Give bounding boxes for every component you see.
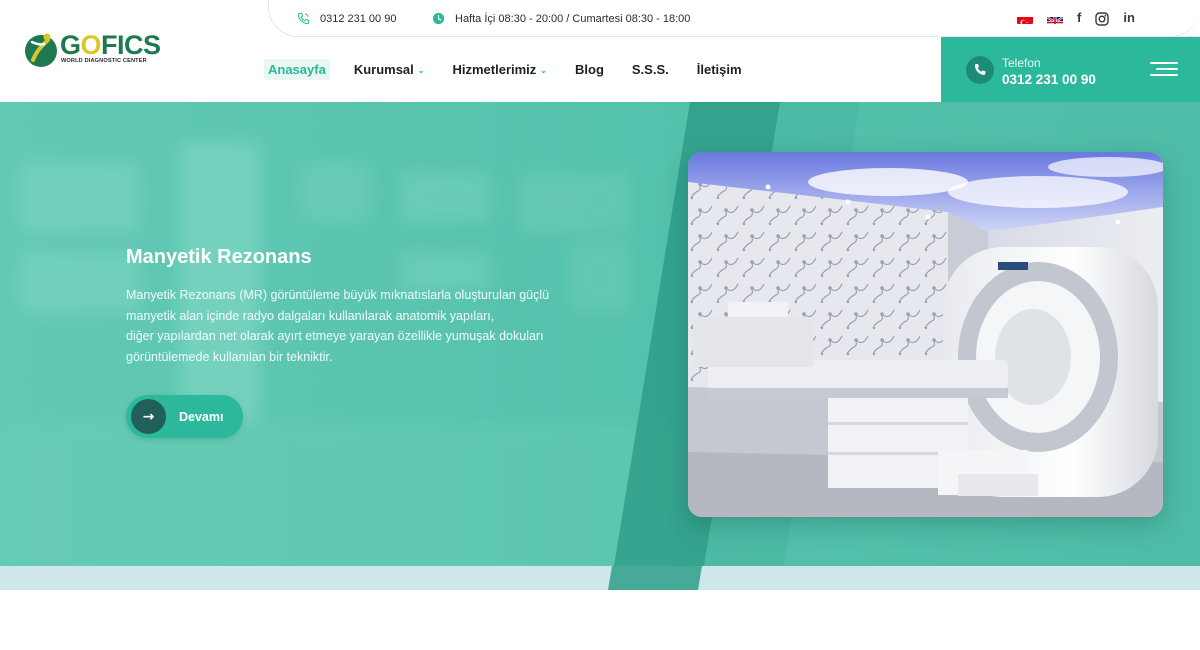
site-header: GOFICS WORLD DIAGNOSTIC CENTER 0312 231 … bbox=[0, 0, 1200, 102]
hero-slider: Manyetik Rezonans Manyetik Rezonans (MR)… bbox=[0, 102, 1200, 590]
logo-mark-icon bbox=[25, 33, 57, 67]
linkedin-icon[interactable]: in bbox=[1123, 11, 1135, 25]
topbar-right-group: f in bbox=[1017, 11, 1135, 26]
logo-tagline: WORLD DIAGNOSTIC CENTER bbox=[61, 58, 147, 64]
mri-machine-image bbox=[688, 152, 1163, 517]
facebook-icon[interactable]: f bbox=[1077, 11, 1081, 25]
uk-flag-icon[interactable] bbox=[1047, 13, 1063, 24]
turkey-flag-icon[interactable] bbox=[1017, 13, 1033, 24]
arrow-right-icon: → bbox=[131, 399, 166, 434]
topbar-phone-number: 0312 231 00 90 bbox=[320, 12, 397, 25]
nav-item-iletisim[interactable]: İletişim bbox=[693, 59, 746, 80]
instagram-icon[interactable] bbox=[1095, 11, 1110, 26]
main-navigation: Anasayfa Kurumsal ⌄ Hizmetlerimiz ⌄ Blog S… bbox=[264, 59, 766, 80]
nav-item-sss[interactable]: S.S.S. bbox=[628, 59, 673, 80]
hero-title: Manyetik Rezonans bbox=[126, 246, 312, 268]
hero-description: Manyetik Rezonans (MR) görüntüleme büyük… bbox=[126, 288, 550, 364]
site-logo[interactable]: GOFICS WORLD DIAGNOSTIC CENTER bbox=[24, 28, 174, 76]
phone-box-label: Telefon bbox=[1002, 56, 1041, 70]
phone-box-number[interactable]: 0312 231 00 90 bbox=[1002, 72, 1096, 87]
top-info-bar: 0312 231 00 90 Hafta İçi 08:30 - 20:00 /… bbox=[268, 0, 1200, 37]
nav-item-blog[interactable]: Blog bbox=[571, 59, 608, 80]
nav-item-anasayfa[interactable]: Anasayfa bbox=[264, 59, 330, 80]
topbar-hours-text: Hafta İçi 08:30 - 20:00 / Cumartesi 08:3… bbox=[455, 12, 691, 25]
logo-wordmark: GOFICS bbox=[60, 30, 161, 60]
phone-icon bbox=[297, 12, 310, 25]
hamburger-menu-icon[interactable] bbox=[1150, 62, 1178, 78]
clock-icon bbox=[432, 12, 445, 25]
chevron-down-icon: ⌄ bbox=[417, 66, 425, 75]
read-more-button[interactable]: → Devamı bbox=[126, 395, 243, 438]
header-phone-box: Telefon 0312 231 00 90 bbox=[941, 37, 1200, 102]
topbar-hours: Hafta İçi 08:30 - 20:00 / Cumartesi 08:3… bbox=[432, 12, 690, 25]
nav-item-hizmetlerimiz[interactable]: Hizmetlerimiz ⌄ bbox=[448, 59, 551, 80]
nav-item-kurumsal[interactable]: Kurumsal ⌄ bbox=[350, 59, 429, 80]
read-more-label: Devamı bbox=[179, 409, 224, 424]
topbar-curve bbox=[1140, 0, 1200, 37]
page-content-area bbox=[0, 590, 1200, 650]
chevron-down-icon: ⌄ bbox=[540, 66, 547, 75]
phone-icon bbox=[966, 56, 994, 84]
topbar-phone[interactable]: 0312 231 00 90 bbox=[297, 12, 396, 25]
